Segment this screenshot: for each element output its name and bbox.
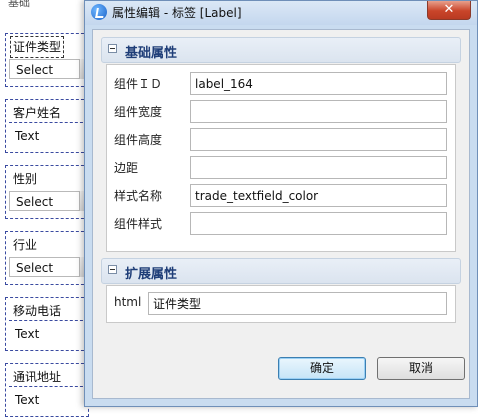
prop-label: html (114, 295, 142, 309)
form-designer-canvas: 基础 证件类型 Select 客户姓名 Text 性别 Select 行业 Se… (0, 0, 90, 417)
basic-properties-body: 组件ＩＤ 组件宽度 组件高度 边距 样式名称 (106, 64, 456, 252)
designer-field-id-type[interactable]: 证件类型 Select (5, 33, 89, 87)
ok-button[interactable]: 确定 (278, 357, 366, 380)
app-logo-icon (91, 4, 107, 20)
html-input[interactable] (148, 292, 447, 315)
dialog-client-area: 基础属性 组件ＩＤ 组件宽度 组件高度 边距 (92, 29, 470, 399)
prop-label: 样式名称 (114, 189, 163, 203)
field-text-control[interactable]: Text (9, 324, 88, 344)
designer-section-label: 基础 (8, 0, 30, 9)
basic-properties-section: 基础属性 组件ＩＤ 组件宽度 组件高度 边距 (101, 37, 461, 252)
component-height-input[interactable] (190, 128, 447, 151)
field-label[interactable]: 通讯地址 (11, 367, 63, 387)
prop-row-component-id: 组件ＩＤ (107, 72, 455, 96)
prop-row-height: 组件高度 (107, 128, 455, 152)
collapse-icon[interactable] (108, 265, 117, 274)
field-select-control[interactable]: Select (9, 257, 88, 277)
prop-label: 组件样式 (114, 217, 163, 231)
prop-row-component-style: 组件样式 (107, 212, 455, 236)
prop-label: 边距 (114, 161, 139, 175)
close-button[interactable]: ✕ (427, 1, 471, 20)
section-title: 扩展属性 (125, 267, 178, 282)
field-control-wrap: Text (9, 320, 88, 345)
field-label[interactable]: 移动电话 (11, 301, 63, 321)
dialog-title: 属性编辑 - 标签 [Label] (112, 6, 242, 20)
component-id-input[interactable] (190, 72, 447, 95)
field-label[interactable]: 行业 (11, 235, 39, 255)
prop-row-html: html (107, 292, 455, 316)
extended-properties-section: 扩展属性 html (101, 258, 461, 323)
prop-row-margin: 边距 (107, 156, 455, 180)
field-control-wrap: Text (9, 386, 88, 411)
designer-field-gender[interactable]: 性别 Select (5, 165, 89, 219)
basic-properties-header[interactable]: 基础属性 (101, 37, 461, 63)
collapse-icon[interactable] (108, 44, 117, 53)
dialog-titlebar[interactable]: 属性编辑 - 标签 [Label] ✕ (85, 1, 477, 25)
designer-field-customer-name[interactable]: 客户姓名 Text (5, 99, 89, 153)
field-label[interactable]: 客户姓名 (11, 103, 63, 123)
extended-properties-body: html (106, 285, 456, 323)
field-label[interactable]: 证件类型 (10, 36, 65, 58)
designer-field-industry[interactable]: 行业 Select (5, 231, 89, 285)
prop-label: 组件ＩＤ (114, 77, 163, 91)
designer-field-address[interactable]: 通讯地址 Text (5, 363, 89, 417)
component-width-input[interactable] (190, 100, 447, 123)
margin-input[interactable] (190, 156, 447, 179)
field-label[interactable]: 性别 (11, 169, 39, 189)
designer-field-mobile[interactable]: 移动电话 Text (5, 297, 89, 351)
prop-row-width: 组件宽度 (107, 100, 455, 124)
prop-label: 组件宽度 (114, 105, 163, 119)
property-editor-dialog: 属性编辑 - 标签 [Label] ✕ 基础属性 组件ＩＤ 组件宽度 组件高度 (84, 0, 478, 407)
component-style-input[interactable] (190, 212, 447, 235)
prop-row-style-name: 样式名称 (107, 184, 455, 208)
field-select-control[interactable]: Select (9, 191, 88, 211)
cancel-button[interactable]: 取消 (377, 357, 465, 380)
field-control-wrap: Text (9, 122, 88, 147)
field-text-control[interactable]: Text (9, 390, 88, 410)
style-name-input[interactable] (190, 184, 447, 207)
extended-properties-header[interactable]: 扩展属性 (101, 258, 461, 284)
field-text-control[interactable]: Text (9, 126, 88, 146)
prop-label: 组件高度 (114, 133, 163, 147)
section-title: 基础属性 (125, 46, 178, 61)
field-select-control[interactable]: Select (9, 59, 88, 79)
